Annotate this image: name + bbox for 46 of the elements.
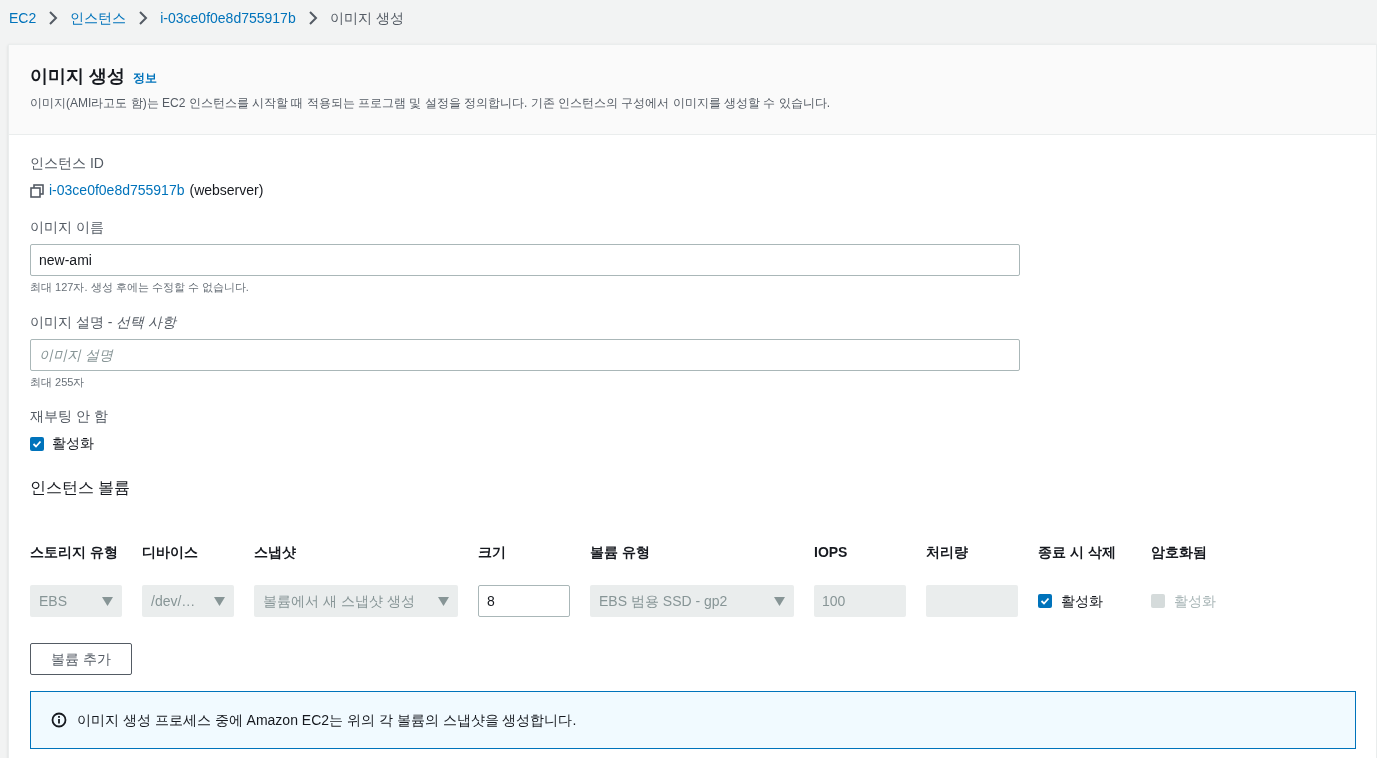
checkmark-icon	[32, 438, 42, 449]
chevron-icon	[48, 11, 59, 25]
input-field[interactable]: 8	[478, 585, 570, 617]
column-header: 종료 시 삭제	[1038, 543, 1117, 562]
checkbox-label: 활성화	[1174, 591, 1216, 611]
field-hint: 최대 127자. 생성 후에는 수정할 수 없습니다.	[30, 280, 250, 295]
column-header: 암호화됨	[1151, 543, 1208, 562]
info-link[interactable]: 정보	[133, 69, 157, 87]
field-label: 인스턴스 ID	[30, 154, 105, 173]
instance-name: (webserver)	[189, 181, 264, 200]
column-header: 볼륨 유형	[590, 543, 651, 562]
column-header: 스토리지 유형	[30, 543, 119, 562]
caret-icon	[214, 596, 225, 606]
column-header: 디바이스	[142, 543, 199, 562]
alert-message: 이미지 생성 프로세스 중에 Amazon EC2는 위의 각 볼륨의 스냅샷을 생성합니다.	[77, 710, 577, 730]
field-label: 이미지 설명 - 선택 사항	[30, 312, 178, 332]
checkbox[interactable]	[30, 436, 44, 451]
input-field[interactable]: 이미지 설명	[30, 338, 1020, 371]
caret-icon	[438, 596, 449, 606]
add-volume-button[interactable]: 볼륨 추가	[30, 643, 132, 675]
panel-description: 이미지(AMI라고도 함)는 EC2 인스턴스를 시작할 때 적용되는 프로그램 및 설정을 정의합니다. 기존 인스턴스의 구성에서 이미지를 생성할 수 있습니다.	[30, 95, 831, 112]
field-label: 재부팅 안 함	[30, 407, 109, 426]
breadcrumb-link[interactable]: 인스턴스	[70, 7, 127, 29]
checkbox[interactable]	[1038, 594, 1052, 608]
checkmark-icon	[1040, 596, 1050, 606]
chevron-icon	[307, 11, 318, 25]
instance-link[interactable]: i-03ce0f0e8d755917b	[49, 180, 185, 201]
caret-icon	[102, 596, 113, 606]
breadcrumb-link[interactable]: EC2	[9, 7, 37, 29]
field-label: 이미지 이름	[30, 218, 105, 237]
info-icon	[51, 712, 67, 728]
column-header: 스냅샷	[254, 543, 297, 562]
input-field[interactable]: new-ami	[30, 244, 1020, 276]
breadcrumb-link[interactable]: i-03ce0f0e8d755917b	[160, 7, 296, 29]
column-header: 크기	[478, 543, 507, 562]
caret-icon	[774, 596, 785, 606]
chevron-icon	[138, 11, 149, 25]
field-hint: 최대 255자	[30, 374, 86, 390]
section-title: 인스턴스 볼륨	[30, 478, 132, 498]
panel-title: 이미지 생성	[30, 65, 125, 88]
column-header: 처리량	[926, 543, 969, 562]
breadcrumb-current: 이미지 생성	[329, 8, 404, 28]
column-header: IOPS	[814, 543, 849, 562]
checkbox-label: 활성화	[1061, 591, 1103, 611]
copy-icon[interactable]	[30, 183, 44, 198]
checkbox-label: 활성화	[52, 434, 94, 453]
